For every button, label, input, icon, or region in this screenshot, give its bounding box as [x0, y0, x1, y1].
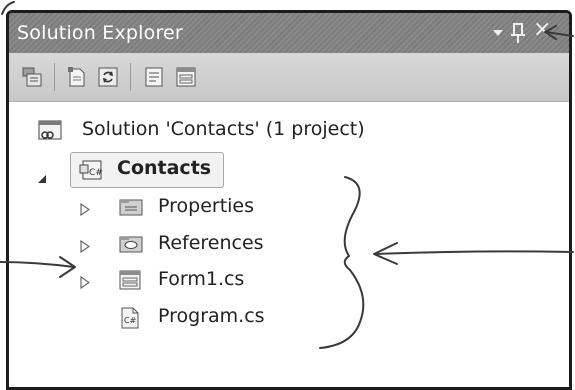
- screenshot-stage: Solution Explorer × Solution 'Contacts' …: [0, 0, 575, 390]
- expand-triangle-icon[interactable]: [80, 201, 91, 220]
- toolbar-separator: [130, 63, 131, 91]
- properties-folder-icon: [119, 197, 143, 219]
- tree-node-solution[interactable]: Solution 'Contacts' (1 project): [9, 115, 569, 145]
- csharp-project-icon: C#: [79, 159, 103, 181]
- cs-file-icon: C#: [119, 307, 141, 329]
- solution-explorer-panel: Solution Explorer × Solution 'Contacts' …: [6, 10, 572, 390]
- tree-node-project[interactable]: C# Contacts: [9, 152, 569, 188]
- solution-icon: [38, 120, 62, 142]
- pin-icon[interactable]: [511, 22, 525, 48]
- svg-text:C#: C#: [124, 316, 137, 325]
- dropdown-icon[interactable]: [493, 30, 503, 36]
- references-folder-icon: [119, 234, 143, 256]
- toolbar-separator: [54, 63, 55, 91]
- close-icon[interactable]: ×: [533, 19, 551, 41]
- tree-node-properties[interactable]: Properties: [9, 192, 569, 222]
- properties-icon[interactable]: [21, 66, 43, 88]
- solution-tree: Solution 'Contacts' (1 project) C# Conta…: [9, 102, 569, 387]
- form-file-icon: [119, 270, 141, 292]
- solution-explorer-titlebar: Solution Explorer ×: [9, 13, 569, 53]
- expand-triangle-icon[interactable]: [80, 274, 91, 293]
- expand-triangle-icon[interactable]: [80, 238, 91, 257]
- tree-node-references[interactable]: References: [9, 229, 569, 259]
- tree-item-label: Properties: [158, 195, 255, 217]
- tree-node-form1[interactable]: Form1.cs: [9, 265, 569, 295]
- solution-label: Solution 'Contacts' (1 project): [82, 118, 365, 140]
- refresh-icon[interactable]: [97, 66, 119, 88]
- solution-explorer-toolbar: [9, 53, 569, 102]
- project-label: Contacts: [117, 157, 212, 179]
- tree-item-label: Program.cs: [158, 305, 265, 327]
- tree-item-label: References: [158, 232, 264, 254]
- view-code-icon[interactable]: [143, 66, 165, 88]
- tree-item-label: Form1.cs: [158, 268, 245, 290]
- collapse-triangle-icon[interactable]: [38, 168, 46, 187]
- svg-text:C#: C#: [89, 168, 103, 178]
- show-all-files-icon[interactable]: [66, 66, 88, 88]
- tree-node-program[interactable]: C# Program.cs: [9, 302, 569, 332]
- panel-title: Solution Explorer: [17, 22, 183, 44]
- view-designer-icon[interactable]: [175, 66, 197, 88]
